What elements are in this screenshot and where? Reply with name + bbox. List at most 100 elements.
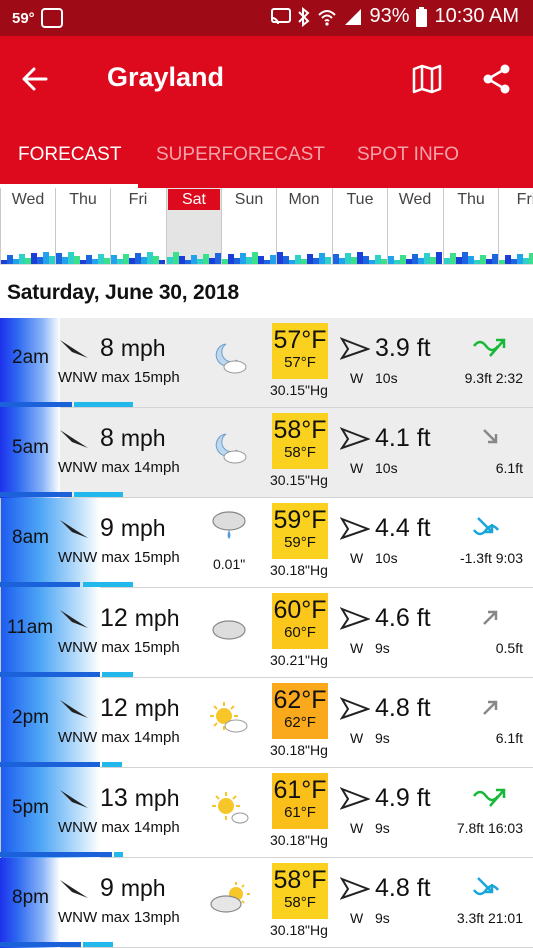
wind-speed-value: 9 <box>100 514 114 542</box>
wave-direction-arrow-icon <box>340 517 370 540</box>
day-tab-wed-next[interactable]: Wed <box>387 188 442 264</box>
wind-detail: WNW max 15mph <box>58 639 180 656</box>
tide-info: 0.5ft <box>495 640 523 656</box>
wind-detail: WNW max 13mph <box>58 909 180 926</box>
wave-height: 4.9 ft <box>375 784 431 812</box>
map-icon[interactable] <box>410 62 444 96</box>
wind-bar <box>0 942 81 947</box>
tide-low-icon <box>473 877 499 896</box>
forecast-row[interactable]: 11am 12 mph WNW max 15mph 60°F 60°F 30.21… <box>0 588 533 678</box>
day-tab-wed[interactable]: Wed <box>0 188 55 264</box>
day-wind-bar <box>436 252 442 264</box>
temperature-box: 58°F 58°F <box>272 863 328 919</box>
tide-info: 6.1ft <box>495 460 523 476</box>
wind-speed-unit: mph <box>134 785 180 811</box>
tide-high-icon <box>473 788 506 807</box>
day-tab-thu[interactable]: Thu <box>55 188 110 264</box>
wind-direction-arrow-icon <box>60 790 88 808</box>
day-wind-bars <box>277 238 331 264</box>
wind-speed-unit: mph <box>120 515 166 541</box>
temperature-box: 61°F 61°F <box>272 773 328 829</box>
moon-cloud-icon <box>215 433 247 464</box>
tide-high-icon <box>473 338 506 357</box>
signal-icon <box>345 8 362 25</box>
tab-spot-info[interactable]: SPOT INFO <box>357 144 459 166</box>
wind-speed: 12 mph <box>100 694 180 723</box>
forecast-row[interactable]: 5am 8 mph WNW max 14mph 58°F 58°F 30.15"H… <box>0 408 533 498</box>
status-bar: 59° 93% 10:30 AM <box>0 0 533 36</box>
wind-speed-value: 9 <box>100 874 114 902</box>
share-icon[interactable] <box>480 62 514 96</box>
bluetooth-icon <box>298 6 310 27</box>
day-label: Thu <box>69 191 97 208</box>
forecast-row[interactable]: 8am 9 mph WNW max 15mph 0.01" 59°F 59°F 3… <box>0 498 533 588</box>
back-arrow-icon[interactable] <box>18 62 52 96</box>
tide-falling-icon <box>483 429 498 444</box>
wind-speed-value: 12 <box>100 604 128 632</box>
day-tab-tue[interactable]: Tue <box>332 188 387 264</box>
wave-period: 10s <box>375 370 398 386</box>
day-tab-sat[interactable]: Sat <box>166 188 221 264</box>
wind-speed-unit: mph <box>120 335 166 361</box>
pressure: 30.15"Hg <box>270 472 328 488</box>
gust-bar <box>83 582 133 587</box>
wave-direction-arrow-icon <box>340 607 370 630</box>
app-notification-icon <box>40 8 63 28</box>
temperature-value: 58°F <box>273 416 327 444</box>
battery-percent: 93% <box>369 5 410 27</box>
time-label: 2pm <box>12 707 49 728</box>
temperature-box: 57°F 57°F <box>272 323 328 379</box>
wind-direction-arrow-icon <box>60 700 88 718</box>
time-label: 11am <box>7 617 54 638</box>
wind-speed-unit: mph <box>120 425 166 451</box>
temperature-value: 58°F <box>273 866 327 894</box>
day-label: Fri <box>128 191 148 208</box>
wind-detail: WNW max 14mph <box>58 459 180 476</box>
precipitation: 0.01" <box>213 556 246 572</box>
wave-direction-arrow-icon <box>340 697 370 720</box>
pressure: 30.15"Hg <box>270 382 328 398</box>
day-tab-thu-next[interactable]: Thu <box>443 188 498 264</box>
wave-direction: W <box>350 550 364 566</box>
day-tab-fri[interactable]: Fri <box>110 188 165 264</box>
day-wind-bars <box>444 238 498 264</box>
wave-direction-arrow-icon <box>340 787 370 810</box>
wave-direction: W <box>350 640 364 656</box>
wave-direction: W <box>350 730 364 746</box>
wind-speed-unit: mph <box>134 605 180 631</box>
forecast-row[interactable]: 2am 8 mph WNW max 15mph 57°F 57°F 30.15"H… <box>0 318 533 408</box>
wave-direction-arrow-icon <box>340 427 370 450</box>
wave-period: 9s <box>375 640 390 656</box>
forecast-row[interactable]: 2pm 12 mph WNW max 14mph 62°F 62°F 30.18"… <box>0 678 533 768</box>
day-tab-mon[interactable]: Mon <box>276 188 331 264</box>
wind-bar <box>0 762 100 767</box>
wind-speed: 8 mph <box>100 334 166 363</box>
wind-speed-value: 13 <box>100 784 128 812</box>
wind-speed: 9 mph <box>100 874 166 903</box>
wind-speed-value: 12 <box>100 694 128 722</box>
time-label: 8am <box>12 527 49 548</box>
forecast-table: 2am 8 mph WNW max 15mph 57°F 57°F 30.15"H… <box>0 318 533 948</box>
wave-direction-arrow-icon <box>340 877 370 900</box>
wind-detail: WNW max 14mph <box>58 729 180 746</box>
day-tab-fri-next[interactable]: Fri <box>498 188 533 264</box>
day-strip: Wed Thu Fri Sat Sun Mon Tue Wed Thu Fri <box>0 188 533 264</box>
time-label: 2am <box>12 347 49 368</box>
pressure: 30.18"Hg <box>270 922 328 938</box>
tab-bar: FORECAST SUPERFORECAST SPOT INFO <box>0 144 533 188</box>
wave-height: 4.8 ft <box>375 694 431 722</box>
wind-speed-value: 8 <box>100 424 114 452</box>
wind-direction-arrow-icon <box>60 340 88 358</box>
tab-superforecast[interactable]: SUPERFORECAST <box>156 144 325 166</box>
day-wind-bars <box>56 238 110 264</box>
wind-speed-unit: mph <box>134 695 180 721</box>
tab-forecast[interactable]: FORECAST <box>18 144 121 166</box>
forecast-row[interactable]: 5pm 13 mph WNW max 14mph 61°F 61°F 30.18"… <box>0 768 533 858</box>
wind-speed: 13 mph <box>100 784 180 813</box>
wind-detail: WNW max 14mph <box>58 819 180 836</box>
day-tab-sun[interactable]: Sun <box>221 188 276 264</box>
forecast-row[interactable]: 8pm 9 mph WNW max 13mph 58°F 58°F 30.18"H… <box>0 858 533 948</box>
tide-info: 6.1ft <box>495 730 523 746</box>
wind-direction-arrow-icon <box>60 520 88 538</box>
tide-info: 3.3ft 21:01 <box>456 910 523 926</box>
